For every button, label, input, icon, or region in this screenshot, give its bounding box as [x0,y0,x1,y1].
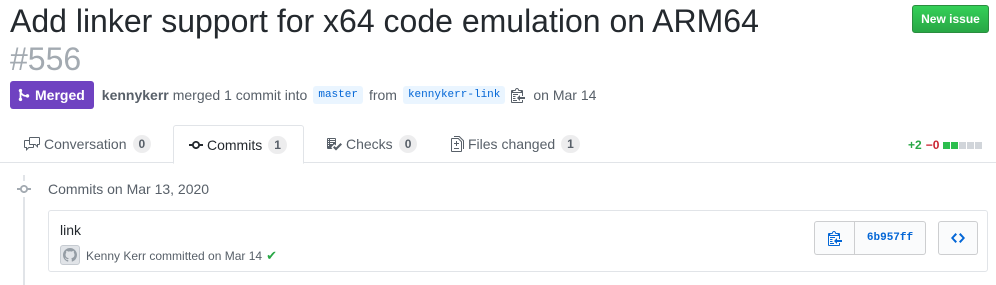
clippy-icon [827,231,842,246]
commit-item: link Kenny Kerr committed on Mar 14 ✔ 6b… [48,210,988,272]
deletions-count: −0 [925,138,940,152]
additions-count: +2 [908,138,922,152]
diffstat-block [959,141,967,149]
diffstat-block [943,141,951,149]
tab-commits[interactable]: Commits 1 [173,125,304,164]
diffstat: +2 −0 [908,138,983,152]
diffstat-block [975,141,983,149]
pr-number: #556 [10,41,82,77]
from-text: from [368,87,397,103]
tab-counter: 0 [398,135,418,153]
tab-files-changed[interactable]: Files changed 1 [451,125,591,163]
head-branch[interactable]: kennykerr-link [402,86,506,104]
tab-checks[interactable]: Checks 0 [326,125,426,163]
state-badge: Merged [10,81,94,109]
clippy-icon[interactable] [511,87,526,103]
commit-sha-link[interactable]: 6b957ff [855,222,925,254]
comment-discussion-icon [24,137,40,151]
pr-tabs: Conversation 0 Commits 1 Checks 0 Files … [0,125,996,164]
merged-text: merged 1 commit into [172,87,308,103]
tab-label: Commits [207,136,263,153]
copy-sha-button[interactable] [815,222,855,254]
avatar[interactable] [60,245,80,265]
base-branch[interactable]: master [313,86,363,104]
pr-title: Add linker support for x64 code emulatio… [10,3,759,39]
author-link[interactable]: kennykerr [102,87,169,103]
tab-label: Conversation [44,136,127,152]
pr-meta: Merged kennykerr merged 1 commit into ma… [10,81,600,109]
tab-conversation[interactable]: Conversation 0 [24,125,164,163]
tab-label: Checks [346,136,393,152]
file-diff-icon [451,136,464,152]
checklist-icon [327,138,342,151]
diffstat-block [967,141,975,149]
commit-message-link[interactable]: link [60,222,81,238]
check-icon[interactable]: ✔ [266,248,277,264]
git-commit-icon [16,181,32,197]
diffstat-blocks [943,141,983,149]
tab-label: Files changed [468,136,556,152]
git-commit-icon [189,140,203,149]
pr-title-area: Add linker support for x64 code emulatio… [10,2,770,78]
commit-author-line: Kenny Kerr committed on Mar 14 [86,249,263,263]
commit-meta: Kenny Kerr committed on Mar 14 ✔ [86,248,277,264]
browse-repo-button[interactable] [938,221,978,255]
commits-date-heading: Commits on Mar 13, 2020 [48,181,210,197]
state-label: Merged [35,87,85,103]
tab-counter: 1 [561,135,580,153]
code-icon [951,233,965,243]
diffstat-block [951,141,959,149]
new-issue-button[interactable]: New issue [912,5,989,33]
merge-date: on Mar 14 [533,87,597,103]
tab-counter: 1 [268,135,287,154]
commit-sha-group: 6b957ff [814,221,926,255]
git-merge-icon [18,88,30,102]
tab-counter: 0 [132,135,152,153]
